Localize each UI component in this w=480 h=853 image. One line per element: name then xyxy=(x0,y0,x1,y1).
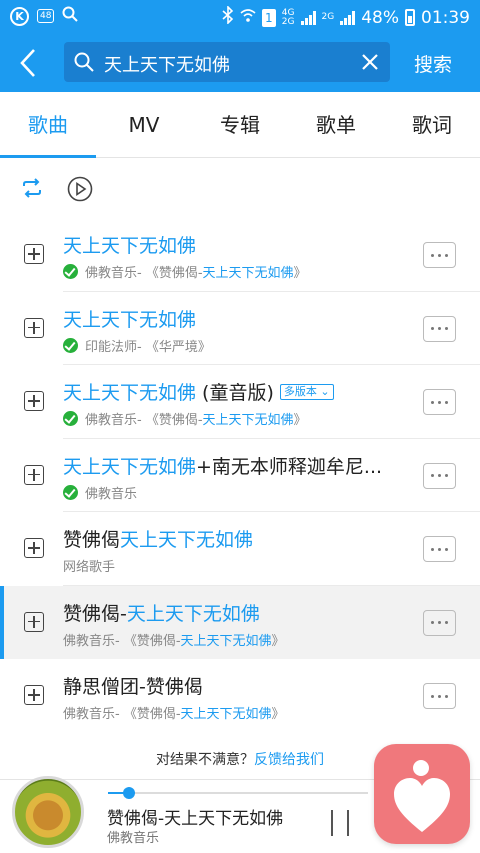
search-query[interactable]: 天上天下无如佛 xyxy=(104,51,230,77)
sim-icon: 1 xyxy=(261,8,276,27)
add-icon[interactable] xyxy=(24,685,44,705)
search-icon xyxy=(62,6,79,26)
add-icon[interactable] xyxy=(24,464,44,485)
network-4g-2g: 4G 2G xyxy=(281,7,295,27)
list-item[interactable]: 天上天下无如佛 印能法师 - 《华严境》 xyxy=(0,291,480,365)
add-icon[interactable] xyxy=(24,244,44,264)
song-title: 天上天下无如佛+南无本师释迦牟尼... xyxy=(63,455,383,478)
search-button[interactable]: 搜索 xyxy=(414,50,452,77)
status-left: K 48 xyxy=(10,6,79,26)
progress-bar[interactable] xyxy=(108,787,368,799)
list-item[interactable]: 赞佛偈天上天下无如佛 网络歌手 xyxy=(0,512,480,586)
battery-icon xyxy=(405,9,415,26)
progress-knob[interactable] xyxy=(122,787,135,799)
search-input[interactable]: 天上天下无如佛 xyxy=(64,42,390,82)
now-playing-artist: 佛教音乐 xyxy=(107,831,160,846)
add-icon[interactable] xyxy=(24,317,44,338)
add-icon[interactable] xyxy=(24,611,44,632)
song-title: 静思僧团-赞佛偈 xyxy=(63,676,203,698)
status-bar: K 48 1 4G 2G 2G 48% 01:39 xyxy=(0,0,480,34)
now-playing-title: 赞佛偈-天上天下无如佛 xyxy=(107,809,284,829)
check-icon xyxy=(63,484,78,500)
bluetooth-icon xyxy=(222,5,234,29)
song-meta: 佛教音乐 - 《赞佛偈- 天上天下无如佛》 xyxy=(63,633,285,649)
song-meta: 佛教音乐 - 《赞佛偈- 天上天下无如佛》 xyxy=(63,707,285,722)
check-icon xyxy=(63,411,78,426)
check-icon xyxy=(63,337,78,353)
song-meta: 佛教音乐 - 《赞佛偈- 天上天下无如佛》 xyxy=(63,262,307,281)
multi-version-badge[interactable]: 多版本 ⌄ xyxy=(279,384,334,400)
tab-mv[interactable]: MV xyxy=(96,92,192,157)
song-title: 天上天下无如佛 xyxy=(63,308,197,331)
list-item-playing[interactable]: 赞佛偈-天上天下无如佛 佛教音乐 - 《赞佛偈- 天上天下无如佛》 xyxy=(0,585,480,659)
tab-playlists[interactable]: 歌单 xyxy=(288,92,384,157)
feedback-link[interactable]: 反馈给我们 xyxy=(254,752,324,768)
floating-app-icon[interactable] xyxy=(374,744,470,844)
more-options-button[interactable] xyxy=(423,462,456,489)
more-options-button[interactable] xyxy=(423,389,456,415)
back-button[interactable] xyxy=(14,47,44,79)
play-all-icon[interactable] xyxy=(67,176,93,206)
album-cover[interactable] xyxy=(12,776,84,848)
song-list: 天上天下无如佛 佛教音乐 - 《赞佛偈- 天上天下无如佛》 天上天下无如佛 印能法… xyxy=(0,218,480,733)
chevron-left-icon xyxy=(20,49,35,77)
song-meta: 佛教音乐 xyxy=(63,483,137,502)
heart-icon xyxy=(394,778,450,832)
status-right: 1 4G 2G 2G 48% 01:39 xyxy=(222,5,470,29)
list-actions xyxy=(0,168,480,210)
list-item[interactable]: 静思僧团-赞佛偈 佛教音乐 - 《赞佛偈- 天上天下无如佛》 xyxy=(0,659,480,733)
song-title: 赞佛偈天上天下无如佛 xyxy=(63,529,254,551)
list-item[interactable]: 天上天下无如佛+南无本师释迦牟尼... 佛教音乐 xyxy=(0,438,480,512)
song-title: 天上天下无如佛 (童音版) 多版本 ⌄ xyxy=(63,378,334,405)
tab-albums[interactable]: 专辑 xyxy=(192,92,288,157)
add-icon[interactable] xyxy=(24,391,44,411)
battery-percent: 48% xyxy=(361,7,399,28)
list-item[interactable]: 天上天下无如佛 佛教音乐 - 《赞佛偈- 天上天下无如佛》 xyxy=(0,218,480,292)
search-header: 天上天下无如佛 搜索 xyxy=(0,34,480,92)
clear-icon[interactable] xyxy=(360,52,380,76)
pause-button[interactable] xyxy=(331,810,349,836)
more-options-button[interactable] xyxy=(423,609,456,636)
song-meta: 印能法师 - 《华严境》 xyxy=(63,336,211,355)
add-icon[interactable] xyxy=(24,538,44,558)
tab-songs[interactable]: 歌曲 xyxy=(0,92,96,158)
check-icon xyxy=(63,264,78,279)
result-tabs: 歌曲 MV 专辑 歌单 歌词 xyxy=(0,92,480,158)
signal-icon xyxy=(300,10,316,25)
k-app-icon: K xyxy=(10,6,29,26)
more-options-button[interactable] xyxy=(423,315,456,342)
more-options-button[interactable] xyxy=(423,242,456,268)
search-icon xyxy=(74,52,94,76)
signal-icon-2 xyxy=(340,10,356,25)
list-item[interactable]: 天上天下无如佛 (童音版) 多版本 ⌄ 佛教音乐 - 《赞佛偈- 天上天下无如佛》 xyxy=(0,365,480,439)
song-meta: 佛教音乐 - 《赞佛偈- 天上天下无如佛》 xyxy=(63,409,307,428)
more-options-button[interactable] xyxy=(423,683,456,709)
song-title: 赞佛偈-天上天下无如佛 xyxy=(63,602,260,625)
network-2g-b: 2G xyxy=(321,12,335,22)
song-title: 天上天下无如佛 xyxy=(63,235,197,257)
song-meta: 网络歌手 xyxy=(63,560,116,575)
more-options-button[interactable] xyxy=(423,536,456,562)
clock: 01:39 xyxy=(421,7,470,28)
loop-icon[interactable] xyxy=(20,176,44,204)
wifi-icon xyxy=(240,7,256,28)
count-badge: 48 xyxy=(37,9,55,23)
tab-lyrics[interactable]: 歌词 xyxy=(384,92,480,157)
